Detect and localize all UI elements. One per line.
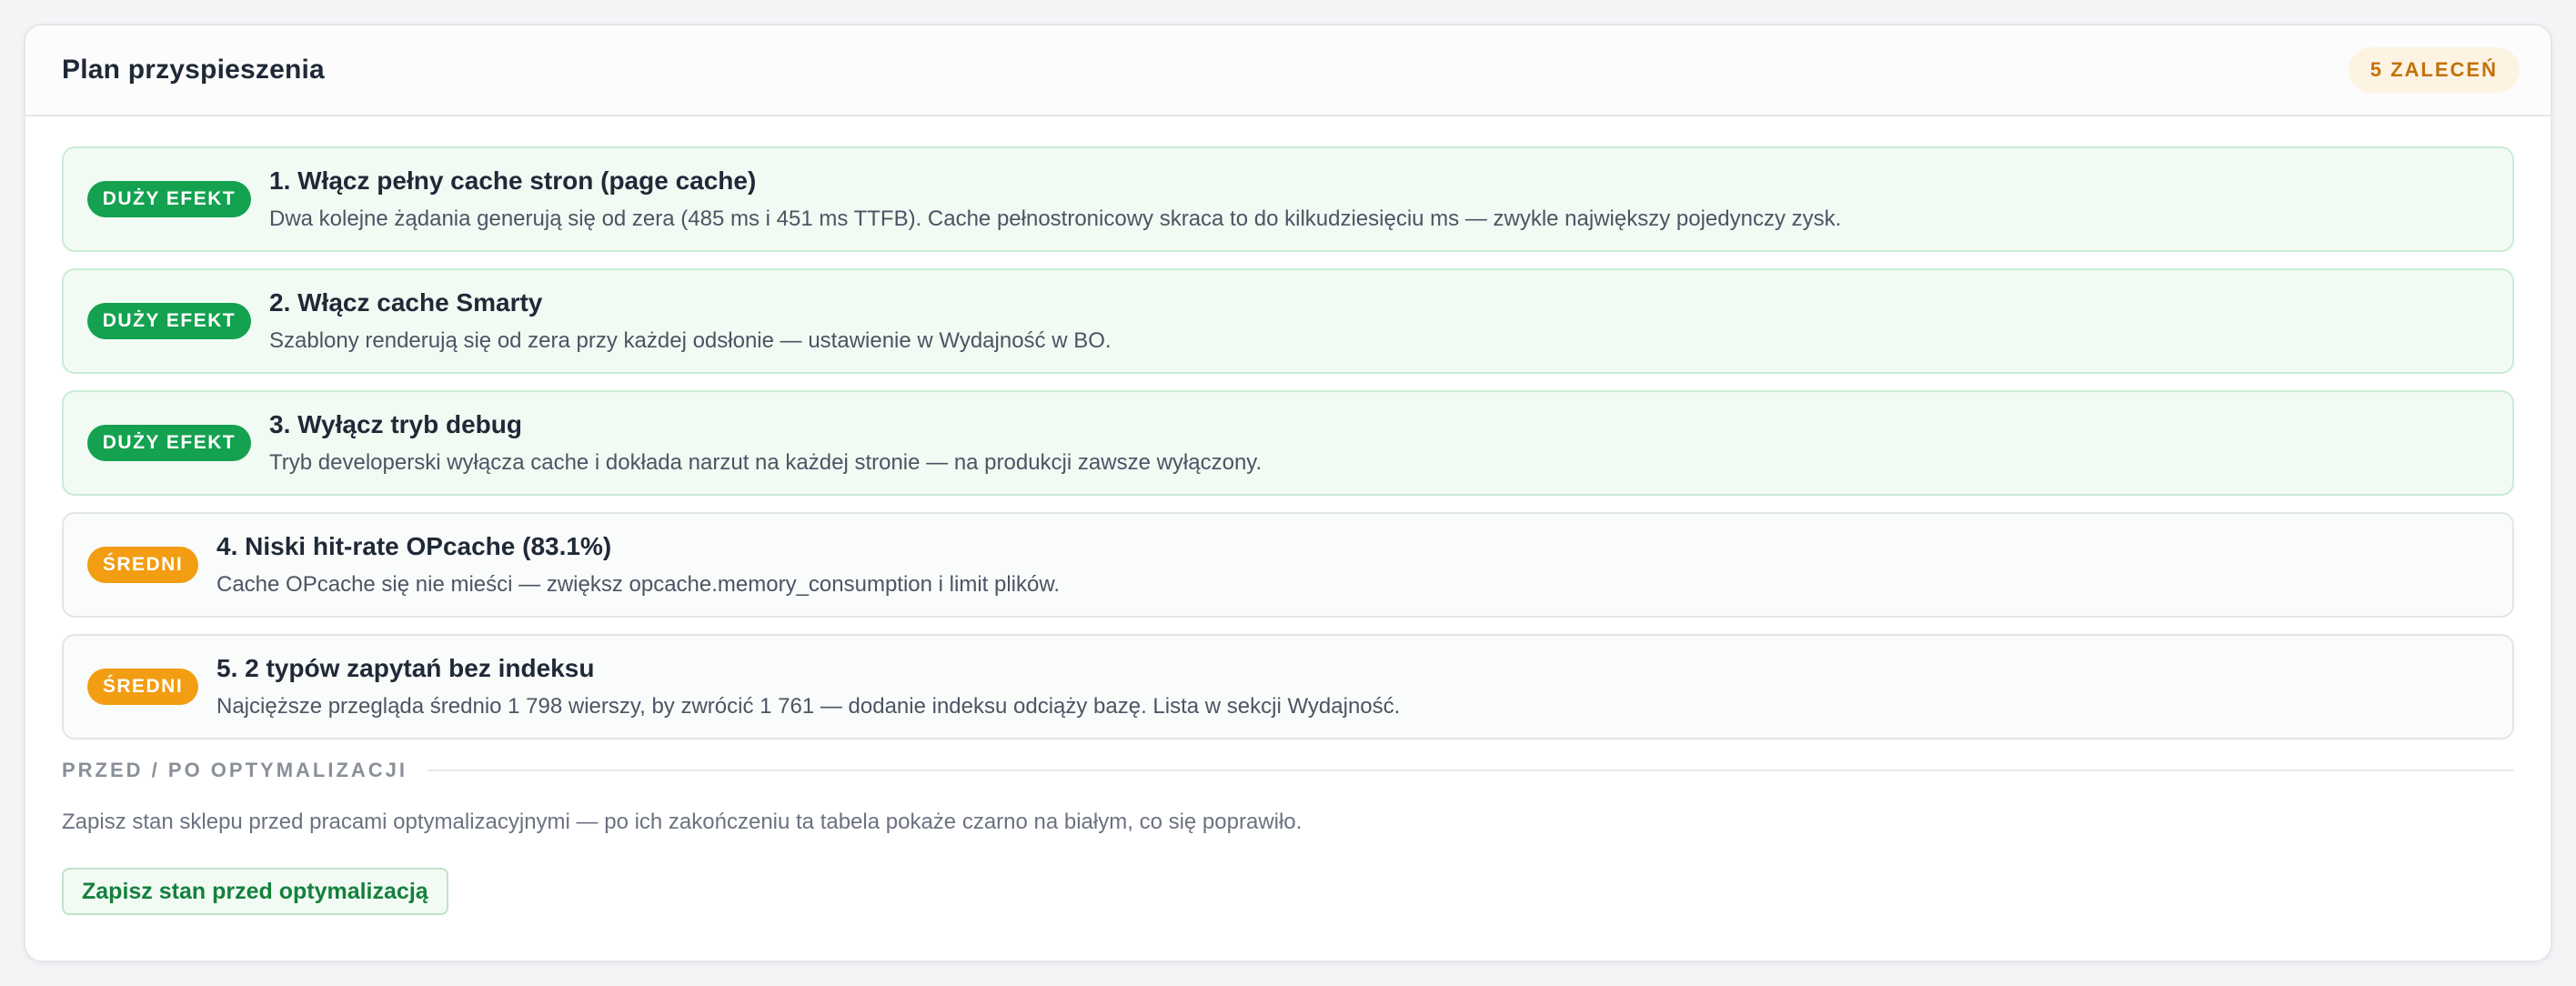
recommendation-title: 2. Włącz cache Smarty [269,288,543,317]
recommendation-item: DUŻY EFEKT 1. Włącz pełny cache stron (p… [62,146,2514,252]
panel-header: Plan przyspieszenia 5 ZALECEŃ [25,25,2551,116]
impact-badge: DUŻY EFEKT [87,425,251,461]
speedup-plan-panel: Plan przyspieszenia 5 ZALECEŃ DUŻY EFEKT… [24,24,2552,962]
recommendation-item: DUŻY EFEKT 3. Wyłącz tryb debug Tryb dev… [62,390,2514,496]
recommendation-description: Najcięższe przegląda średnio 1 798 wiers… [216,694,1401,719]
impact-badge: ŚREDNI [87,547,198,583]
recommendation-description: Szablony renderują się od zera przy każd… [269,328,1112,353]
recommendation-text: 5. 2 typów zapytań bez indeksu Najcięższ… [216,652,1400,721]
recommendation-count-badge: 5 ZALECEŃ [2348,47,2520,93]
recommendation-item: ŚREDNI 4. Niski hit-rate OPcache (83.1%)… [62,512,2514,618]
before-after-section-header: PRZED / PO OPTYMALIZACJI [62,757,2514,784]
recommendation-title: 4. Niski hit-rate OPcache (83.1%) [216,532,612,560]
section-divider [428,770,2514,771]
panel-body: DUŻY EFEKT 1. Włącz pełny cache stron (p… [25,116,2551,915]
panel-title: Plan przyspieszenia [62,55,325,85]
section-description: Zapisz stan sklepu przed pracami optymal… [62,810,1303,834]
recommendation-title: 3. Wyłącz tryb debug [269,410,522,438]
recommendation-item: ŚREDNI 5. 2 typów zapytań bez indeksu Na… [62,634,2514,740]
impact-badge: DUŻY EFEKT [87,181,251,217]
recommendation-text: 3. Wyłącz tryb debug Tryb developerski w… [269,408,1262,478]
recommendation-text: 1. Włącz pełny cache stron (page cache) … [269,165,1841,234]
impact-badge: DUŻY EFEKT [87,303,251,339]
recommendation-description: Dwa kolejne żądania generują się od zera… [269,206,1842,231]
save-state-button[interactable]: Zapisz stan przed optymalizacją [62,868,448,915]
impact-badge: ŚREDNI [87,669,198,705]
section-label: PRZED / PO OPTYMALIZACJI [62,759,408,781]
recommendation-text: 2. Włącz cache Smarty Szablony renderują… [269,287,1112,356]
recommendation-description: Tryb developerski wyłącza cache i dokład… [269,450,1263,475]
recommendation-title: 1. Włącz pełny cache stron (page cache) [269,166,757,195]
recommendation-text: 4. Niski hit-rate OPcache (83.1%) Cache … [216,530,1060,599]
recommendation-item: DUŻY EFEKT 2. Włącz cache Smarty Szablon… [62,268,2514,374]
recommendation-title: 5. 2 typów zapytań bez indeksu [216,654,595,682]
recommendation-description: Cache OPcache się nie mieści — zwiększ o… [216,572,1061,597]
